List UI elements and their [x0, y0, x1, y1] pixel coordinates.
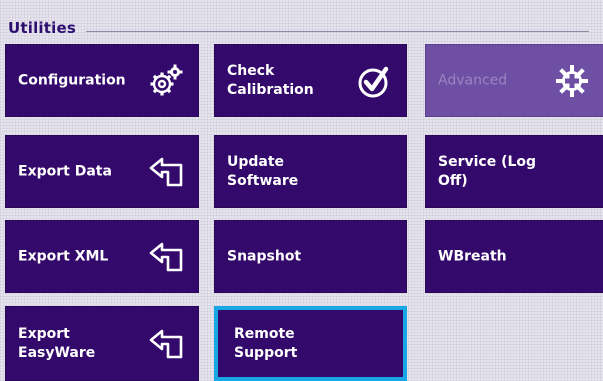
export-easyware-label: Export EasyWare: [18, 325, 96, 361]
remote-support-button[interactable]: Remote Support: [214, 306, 407, 381]
export-data-label: Export Data: [18, 163, 112, 179]
group-divider: [86, 31, 589, 32]
advanced-button[interactable]: Advanced: [425, 44, 603, 117]
export-easyware-button[interactable]: Export EasyWare: [5, 306, 199, 381]
export-arrow-icon: [149, 242, 183, 271]
service-cross-icon: [556, 64, 588, 97]
export-arrow-icon: [149, 329, 183, 358]
update-software-label: Update Software: [227, 153, 299, 189]
wbreath-label: WBreath: [438, 248, 507, 264]
export-data-button[interactable]: Export Data: [5, 135, 199, 208]
wbreath-button[interactable]: WBreath: [425, 220, 603, 293]
export-arrow-icon: [149, 157, 183, 186]
snapshot-button[interactable]: Snapshot: [214, 220, 407, 293]
group-title: Utilities: [8, 19, 76, 37]
check-calibration-label: Check Calibration: [227, 62, 314, 98]
export-xml-label: Export XML: [18, 248, 109, 264]
check-calibration-button[interactable]: Check Calibration: [214, 44, 407, 117]
service-log-off-label: Service (Log Off): [438, 153, 537, 189]
gears-icon: [150, 64, 183, 95]
configuration-button[interactable]: Configuration: [5, 44, 199, 117]
service-log-off-button[interactable]: Service (Log Off): [425, 135, 603, 208]
utilities-group-header: Utilities: [0, 18, 603, 40]
configuration-label: Configuration: [18, 72, 126, 88]
export-xml-button[interactable]: Export XML: [5, 220, 199, 293]
remote-support-label: Remote Support: [234, 325, 298, 361]
update-software-button[interactable]: Update Software: [214, 135, 407, 208]
advanced-label: Advanced: [438, 72, 508, 88]
snapshot-label: Snapshot: [227, 248, 302, 264]
check-circle-icon: [358, 66, 389, 97]
